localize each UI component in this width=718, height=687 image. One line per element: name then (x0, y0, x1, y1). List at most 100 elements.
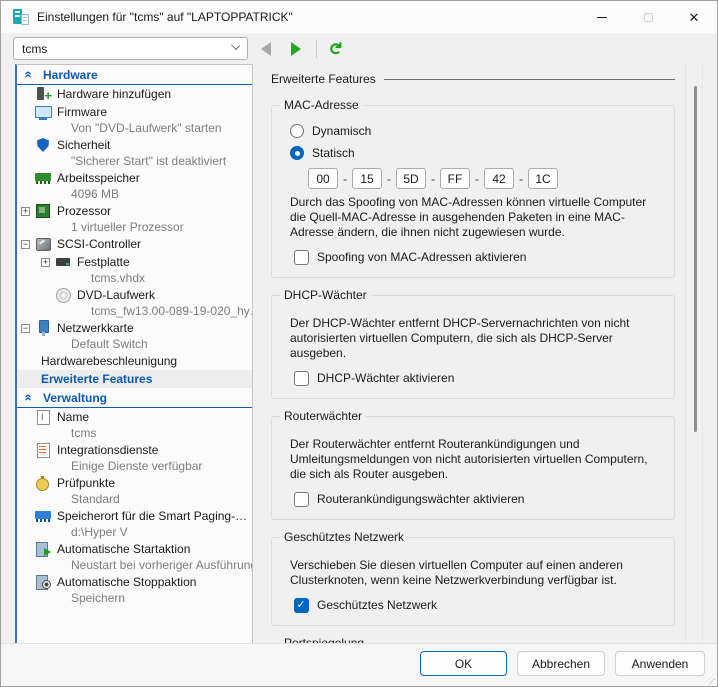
dialog-footer: OK Abbrechen Anwenden (1, 643, 717, 686)
scsi-controller-icon (35, 236, 51, 252)
network-adapter-icon (35, 320, 51, 336)
sidebar-item-dvd-drive[interactable]: DVD-Laufwerk (17, 286, 252, 304)
close-button[interactable]: ✕ (671, 1, 717, 33)
scrollbar-thumb[interactable] (694, 86, 697, 432)
mac-segment-1[interactable] (308, 168, 338, 189)
back-icon (261, 42, 271, 56)
checkbox-checked-icon[interactable] (294, 598, 309, 613)
memory-icon (35, 170, 51, 186)
protected-network-checkbox-row[interactable]: Geschütztes Netzwerk (294, 594, 664, 616)
services-icon (35, 442, 51, 458)
sidebar-item-automatic-stop-action[interactable]: Automatische Stoppaktion (17, 573, 252, 591)
sidebar-item-name[interactable]: Name (17, 408, 252, 426)
sidebar-item-hard-disk[interactable]: Festplatte (17, 253, 252, 271)
mac-segment-6[interactable] (528, 168, 558, 189)
minimize-button[interactable] (579, 1, 625, 33)
sidebar-item-memory[interactable]: Arbeitsspeicher (17, 169, 252, 187)
sidebar-item-security[interactable]: Sicherheit (17, 136, 252, 154)
section-label: Verwaltung (43, 391, 107, 405)
router-guard-checkbox-row[interactable]: Routerankündigungswächter aktivieren (294, 488, 664, 510)
sidebar-item-checkpoints[interactable]: Prüfpunkte (17, 474, 252, 492)
group-title: DHCP-Wächter (280, 288, 371, 302)
sidebar-item-hardware-acceleration[interactable]: Hardwarebeschleunigung (17, 352, 252, 370)
checkbox-label: Spoofing von MAC-Adressen aktivieren (317, 250, 526, 264)
sidebar-item-label: Netzwerkkarte (57, 321, 134, 335)
mac-segment-3[interactable] (396, 168, 426, 189)
sidebar-item-sublabel: tcms (17, 426, 252, 441)
checkbox-icon[interactable] (294, 492, 309, 507)
protected-network-group: Geschütztes Netzwerk Verschieben Sie die… (271, 537, 675, 626)
mac-spoofing-checkbox-row[interactable]: Spoofing von MAC-Adressen aktivieren (294, 246, 664, 268)
add-hardware-icon (35, 86, 51, 102)
sidebar-item-processor[interactable]: Prozessor (17, 202, 252, 220)
radio-icon[interactable] (290, 124, 304, 138)
expand-icon[interactable] (21, 207, 30, 216)
radio-checked-icon[interactable] (290, 146, 304, 160)
cancel-button[interactable]: Abbrechen (517, 651, 605, 676)
mac-dash (475, 172, 479, 186)
mac-segment-2[interactable] (352, 168, 382, 189)
sidebar-item-sublabel: Einige Dienste verfügbar (17, 459, 252, 474)
sidebar-section-hardware[interactable]: « Hardware (17, 65, 252, 85)
radio-dynamic[interactable]: Dynamisch (290, 120, 664, 142)
collapse-icon[interactable] (21, 324, 30, 333)
checkbox-icon[interactable] (294, 250, 309, 265)
refresh-button[interactable]: ↻ (323, 37, 347, 61)
ok-button[interactable]: OK (420, 651, 507, 676)
sidebar-item-integration-services[interactable]: Integrationsdienste (17, 441, 252, 459)
mac-address-fields (308, 168, 664, 189)
checkbox-label: DHCP-Wächter aktivieren (317, 371, 454, 385)
sidebar-item-label: Speicherort für die Smart Paging-D… (57, 509, 252, 523)
sidebar-item-scsi-controller[interactable]: SCSI-Controller (17, 235, 252, 253)
maximize-button-disabled (625, 1, 671, 33)
sidebar-item-label: Integrationsdienste (57, 443, 158, 457)
collapse-icon[interactable] (21, 240, 30, 249)
name-icon (35, 409, 51, 425)
sidebar-item-sublabel: Neustart bei vorheriger Ausführung (17, 558, 252, 573)
expand-icon[interactable] (41, 258, 50, 267)
minimize-icon (597, 17, 607, 18)
dvd-icon (55, 287, 71, 303)
checkbox-label: Geschütztes Netzwerk (317, 598, 437, 612)
navigate-forward-button[interactable] (284, 37, 308, 61)
group-title: Routerwächter (280, 409, 366, 423)
vm-selector-dropdown[interactable]: tcms (13, 37, 248, 60)
page-title: Erweiterte Features (271, 72, 376, 86)
checkbox-label: Routerankündigungswächter aktivieren (317, 492, 524, 506)
shield-icon (35, 137, 51, 153)
mac-spoofing-description: Durch das Spoofing von MAC-Adressen könn… (290, 195, 664, 240)
mac-segment-4[interactable] (440, 168, 470, 189)
sidebar-item-add-hardware[interactable]: Hardware hinzufügen (17, 85, 252, 103)
toolbar: tcms ↻ (1, 33, 717, 64)
sidebar-item-advanced-features[interactable]: Erweiterte Features (17, 370, 252, 388)
radio-static[interactable]: Statisch (290, 142, 664, 164)
group-title: Geschütztes Netzwerk (280, 530, 408, 544)
sidebar-item-label: Arbeitsspeicher (57, 171, 140, 185)
sidebar-item-smart-paging[interactable]: Speicherort für die Smart Paging-D… (17, 507, 252, 525)
cpu-icon (35, 203, 51, 219)
mac-dash (387, 172, 391, 186)
checkbox-icon[interactable] (294, 371, 309, 386)
sidebar-item-sublabel: Speichern (17, 591, 252, 606)
vertical-scrollbar[interactable] (685, 64, 703, 645)
mac-segment-5[interactable] (484, 168, 514, 189)
sidebar-item-automatic-start-action[interactable]: Automatische Startaktion (17, 540, 252, 558)
dhcp-guard-group: DHCP-Wächter Der DHCP-Wächter entfernt D… (271, 295, 675, 399)
resize-grip[interactable] (704, 673, 715, 684)
apply-button[interactable]: Anwenden (615, 651, 705, 676)
sidebar-item-network-adapter[interactable]: Netzwerkkarte (17, 319, 252, 337)
sidebar-item-sublabel: Default Switch (17, 337, 252, 352)
sidebar-section-management[interactable]: « Verwaltung (17, 388, 252, 408)
dhcp-guard-checkbox-row[interactable]: DHCP-Wächter aktivieren (294, 367, 664, 389)
sidebar-item-firmware[interactable]: Firmware (17, 103, 252, 121)
mac-address-group: MAC-Adresse Dynamisch Statisch Durch das… (271, 105, 675, 278)
hard-disk-icon (55, 254, 71, 270)
toolbar-separator (316, 40, 317, 58)
router-guard-description: Der Routerwächter entfernt Routerankündi… (290, 437, 664, 482)
protected-network-description: Verschieben Sie diesen virtuellen Comput… (290, 558, 664, 588)
sidebar-item-label: SCSI-Controller (57, 237, 141, 251)
maximize-icon (644, 13, 653, 22)
mac-dash (519, 172, 523, 186)
sidebar-item-sublabel: tcms_fw13.00-089-19-020_hy… (17, 304, 252, 319)
sidebar-item-label: Festplatte (77, 255, 130, 269)
